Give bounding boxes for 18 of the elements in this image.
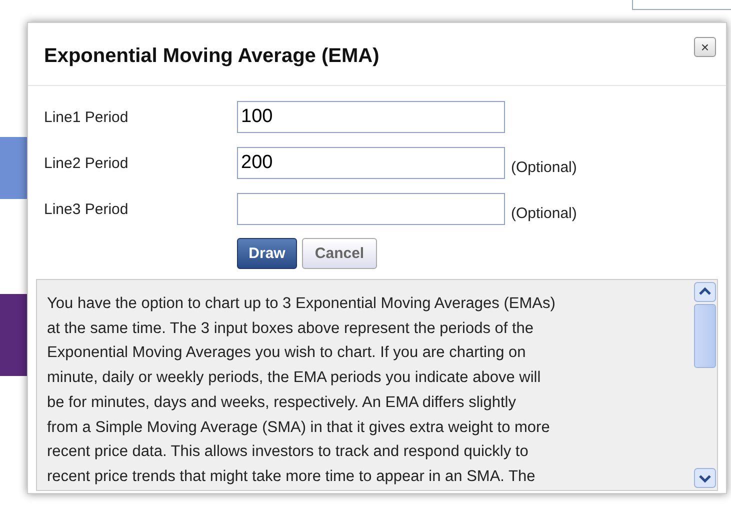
close-button[interactable]: × xyxy=(694,37,716,57)
field-label: Line2 Period xyxy=(44,154,130,172)
scroll-thumb[interactable] xyxy=(694,304,716,368)
scroll-up-icon[interactable] xyxy=(694,282,716,302)
field-label: Line1 Period xyxy=(44,108,130,126)
input-field[interactable]: 200 xyxy=(237,147,505,179)
scroll-down-icon[interactable] xyxy=(694,468,716,488)
optional-note: (Optional) xyxy=(511,204,577,222)
input-field[interactable]: 100 xyxy=(237,101,505,133)
scrollbar[interactable] xyxy=(693,280,717,490)
optional-note: (Optional) xyxy=(511,158,577,176)
dialog-title: Exponential Moving Average (EMA) xyxy=(44,45,380,68)
field-label: Line3 Period xyxy=(44,200,130,218)
help-text: You have the option to chart up to 3 Exponential Moving Averages (EMAs) at the same time. The 3 input boxes above represent the periods of the Exponential Moving Averages you wish to chart. If you are charting on minute, daily or weekly periods, the EMA periods you indicate above will be for minutes, days and weeks, respectively. An EMA differs slightly from a Simple Moving Average (SMA) in that it gives extra weight to more recent price data. This allows investors to track and respond quickly to recent price trends that might take more time to appear in an SMA. The xyxy=(46,294,556,487)
draw-button[interactable]: Draw xyxy=(237,238,297,269)
cancel-button[interactable]: Cancel xyxy=(302,238,377,269)
input-field[interactable] xyxy=(237,193,505,225)
page-banner xyxy=(0,137,30,199)
